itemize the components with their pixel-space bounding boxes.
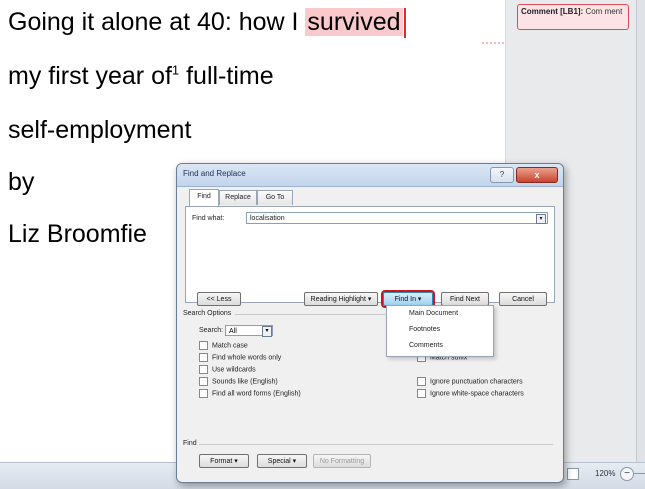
special-button[interactable]: Special ▾ [257,454,307,468]
dialog-titlebar[interactable]: Find and Replace ? x [177,164,563,187]
doc-text: my first year of [8,62,172,90]
option-match-case[interactable]: Match case [199,341,248,350]
option-label: Sounds like (English) [212,378,278,386]
find-what-input[interactable]: localisation ▾ [246,212,548,224]
find-in-button[interactable]: Find In ▾ [383,292,433,306]
checkbox[interactable] [417,377,426,386]
option-label: Ignore white-space characters [430,390,524,398]
find-in-menu: Main Document Footnotes Comments [386,305,494,357]
option-label: Ignore punctuation characters [430,378,523,386]
doc-text: full-time [179,62,274,90]
doc-line-4: by [8,168,35,196]
option-label: Find all word forms (English) [212,390,301,398]
chevron-down-icon[interactable]: ▾ [262,326,272,337]
dialog-title: Find and Replace [183,169,246,178]
divider [199,444,553,445]
checkbox[interactable] [199,353,208,362]
checkbox[interactable] [199,389,208,398]
zoom-out-button[interactable]: − [620,467,634,481]
menu-item-comments[interactable]: Comments [409,342,443,349]
option-sounds-like[interactable]: Sounds like (English) [199,377,278,386]
comment-balloon[interactable]: Comment [LB1]: Com ment [517,4,629,30]
option-ignore-punctuation[interactable]: Ignore punctuation characters [417,377,523,386]
format-button[interactable]: Format ▾ [199,454,249,468]
no-formatting-button: No Formatting [313,454,371,468]
find-what-label: Find what: [192,215,225,222]
vertical-scrollbar[interactable] [636,0,645,462]
search-direction-value: All [229,328,237,335]
zoom-slider[interactable] [634,473,645,474]
option-word-forms[interactable]: Find all word forms (English) [199,389,301,398]
tab-replace[interactable]: Replace [219,190,257,205]
less-button[interactable]: << Less [197,292,241,306]
tab-find[interactable]: Find [189,189,219,206]
find-section-label: Find [183,440,197,447]
help-button[interactable]: ? [490,167,514,183]
tab-go-to[interactable]: Go To [257,190,293,205]
close-button[interactable]: x [516,167,558,183]
find-what-value: localisation [250,215,285,222]
checkbox[interactable] [199,377,208,386]
checkbox[interactable] [199,365,208,374]
view-mode-icon[interactable] [567,468,579,480]
option-ignore-whitespace[interactable]: Ignore white-space characters [417,389,524,398]
option-label: Find whole words only [212,354,282,362]
comment-label: Comment [LB1]: [521,7,584,16]
option-whole-words[interactable]: Find whole words only [199,353,281,362]
zoom-level[interactable]: 120% [595,469,615,478]
doc-line-3: self-employment [8,116,192,144]
checkbox[interactable] [417,389,426,398]
menu-item-footnotes[interactable]: Footnotes [409,326,440,333]
option-label: Match case [212,342,248,350]
checkbox[interactable] [199,341,208,350]
find-replace-dialog: Find and Replace ? x Find Replace Go To … [176,163,564,483]
doc-line-1: Going it alone at 40: how I survived [8,8,406,39]
cancel-button[interactable]: Cancel [499,292,547,306]
reading-highlight-button[interactable]: Reading Highlight ▾ [304,292,378,306]
divider [235,314,385,315]
comment-text: Com ment [585,7,623,16]
chevron-down-icon[interactable]: ▾ [536,214,546,224]
comment-highlight[interactable]: survived [305,8,403,36]
option-wildcards[interactable]: Use wildcards [199,365,256,374]
menu-item-main-document[interactable]: Main Document [409,310,458,317]
search-label: Search: [199,327,224,334]
find-tab-panel: Find what: localisation ▾ [185,206,555,303]
doc-text: Going it alone at 40: how I [8,8,306,36]
search-options-label: Search Options [183,310,232,317]
option-label: Use wildcards [212,366,256,374]
comment-anchor [403,8,406,39]
search-direction-select[interactable]: All ▾ [225,325,273,337]
doc-line-2: my first year of1 full-time [8,62,274,91]
doc-line-5: Liz Broomfie [8,220,147,248]
find-next-button[interactable]: Find Next [441,292,489,306]
